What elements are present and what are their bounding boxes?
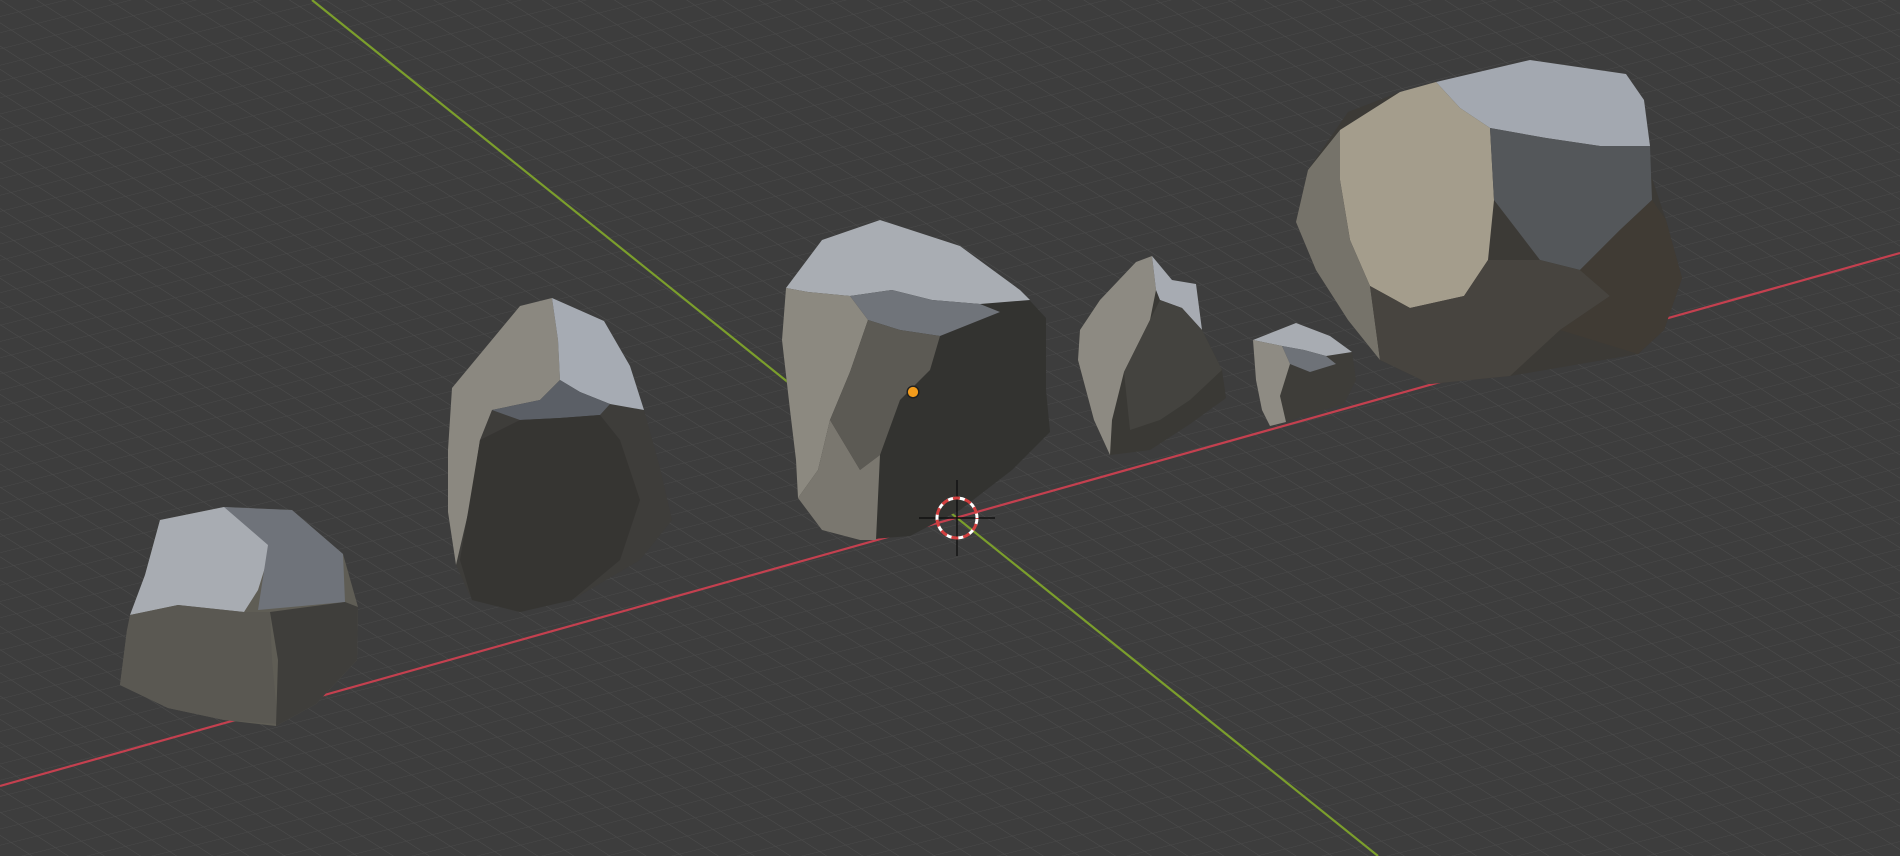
rock-1[interactable] [120, 507, 358, 726]
viewport-canvas[interactable] [0, 0, 1900, 856]
object-origin-dot[interactable] [906, 385, 920, 399]
3d-viewport[interactable] [0, 0, 1900, 856]
